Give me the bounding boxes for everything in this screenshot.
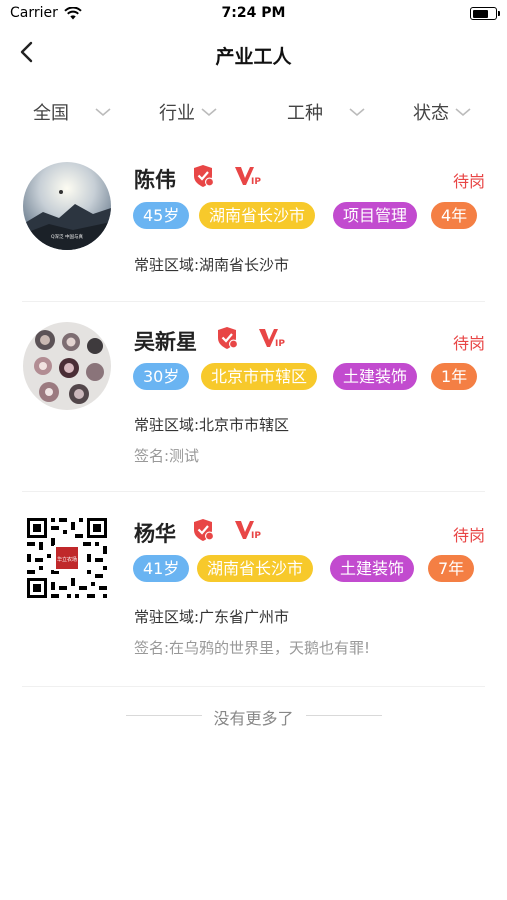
chevron-down-icon xyxy=(95,108,111,117)
avatar xyxy=(23,322,111,410)
status-badge: 待岗 xyxy=(452,172,485,191)
chevron-down-icon xyxy=(349,108,365,117)
divider xyxy=(22,491,485,492)
filter-trade-label: 工种 xyxy=(287,103,323,124)
avatar-image xyxy=(23,322,111,410)
status-bar: Carrier 7:24 PM xyxy=(0,0,507,28)
resident-region: 常驻区域:北京市市辖区 xyxy=(134,416,290,434)
battery-icon xyxy=(470,7,500,20)
filter-status-label: 状态 xyxy=(413,103,449,124)
filter-trade[interactable]: 工种 xyxy=(287,100,365,124)
filter-industry-label: 行业 xyxy=(159,103,195,124)
divider xyxy=(22,686,485,687)
verified-shield-icon xyxy=(218,327,238,349)
avatar: Q深泛 中国与真 xyxy=(23,162,111,250)
chevron-down-icon xyxy=(455,108,471,117)
worker-name: 杨华 xyxy=(134,522,176,546)
location-tag: 北京市市辖区 xyxy=(201,363,318,390)
chevron-down-icon xyxy=(201,108,217,117)
location-tag: 湖南省长沙市 xyxy=(199,202,316,229)
age-tag: 41岁 xyxy=(133,555,190,582)
experience-tag: 4年 xyxy=(431,202,478,229)
age-tag: 30岁 xyxy=(133,363,190,390)
page-title: 产业工人 xyxy=(215,46,292,68)
end-line-right xyxy=(306,715,382,716)
experience-tag: 7年 xyxy=(428,555,475,582)
job-tag: 土建装饰 xyxy=(333,363,418,390)
avatar-caption: Q深泛 中国与真 xyxy=(51,233,83,240)
signature: 签名:在乌鸦的世界里，天鹅也有罪! xyxy=(134,639,371,657)
svg-text:IP: IP xyxy=(251,177,261,187)
svg-text:IP: IP xyxy=(275,339,285,349)
signature: 签名:测试 xyxy=(134,447,200,465)
avatar: 华立农场 xyxy=(23,514,111,602)
filter-bar: 全国 行业 工种 状态 xyxy=(0,92,507,132)
list-end-indicator: 没有更多了 xyxy=(0,702,507,728)
worker-name: 陈伟 xyxy=(134,168,176,192)
resident-region: 常驻区域:湖南省长沙市 xyxy=(134,256,290,274)
job-tag: 项目管理 xyxy=(333,202,418,229)
navigation-bar: 产业工人 xyxy=(0,28,507,80)
worker-card[interactable]: 华立农场 杨华 IP 待岗 41岁 湖南省长沙市 土建装饰 7年 常驻区域:广东… xyxy=(0,504,507,684)
svg-text:IP: IP xyxy=(251,531,261,541)
avatar-image: Q深泛 中国与真 xyxy=(23,162,111,250)
vip-icon: IP xyxy=(235,521,261,541)
age-tag: 45岁 xyxy=(133,202,190,229)
job-tag: 土建装饰 xyxy=(330,555,415,582)
filter-industry[interactable]: 行业 xyxy=(159,100,217,124)
filter-region[interactable]: 全国 xyxy=(33,100,111,124)
vip-icon: IP xyxy=(235,167,261,187)
worker-card[interactable]: Q深泛 中国与真 陈伟 IP 待岗 45岁 湖南省长沙市 项目管理 4年 常驻区… xyxy=(0,150,507,300)
filter-status[interactable]: 状态 xyxy=(413,100,471,124)
location-tag: 湖南省长沙市 xyxy=(197,555,314,582)
verified-shield-icon xyxy=(194,165,214,187)
resident-region: 常驻区域:广东省广州市 xyxy=(134,608,290,626)
qr-code-icon: 华立农场 xyxy=(23,514,111,602)
filter-region-label: 全国 xyxy=(33,103,69,124)
divider xyxy=(22,301,485,302)
experience-tag: 1年 xyxy=(431,363,478,390)
verified-shield-icon xyxy=(194,519,214,541)
qr-logo-text: 华立农场 xyxy=(57,556,77,563)
battery-level xyxy=(472,9,489,18)
vip-icon: IP xyxy=(259,329,285,349)
end-of-list-text: 没有更多了 xyxy=(213,709,294,728)
status-badge: 待岗 xyxy=(452,334,485,353)
clock: 7:24 PM xyxy=(221,5,286,21)
status-badge: 待岗 xyxy=(452,526,485,545)
worker-name: 吴新星 xyxy=(134,330,197,354)
worker-card[interactable]: 吴新星 IP 待岗 30岁 北京市市辖区 土建装饰 1年 常驻区域:北京市市辖区… xyxy=(0,312,507,482)
